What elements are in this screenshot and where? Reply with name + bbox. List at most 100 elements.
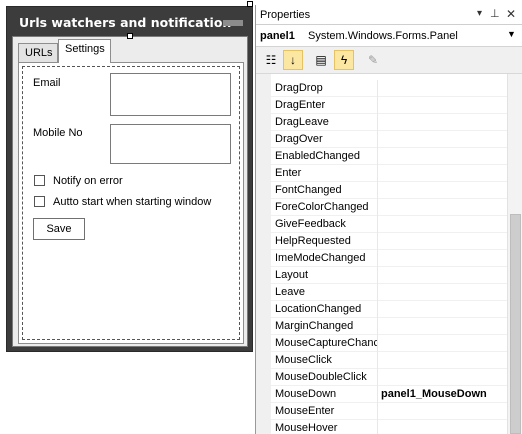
event-value[interactable] (377, 335, 507, 352)
event-name: HelpRequested (275, 235, 351, 247)
designer-form[interactable]: Urls watchers and notification URLs Sett… (6, 6, 253, 352)
event-name: MarginChanged (275, 320, 354, 332)
event-value[interactable] (377, 284, 507, 301)
grid-gutter (256, 74, 271, 434)
event-value[interactable] (377, 114, 507, 131)
event-name: Enter (275, 167, 302, 179)
event-name: FontChanged (275, 184, 342, 196)
property-row[interactable]: MouseEnter (271, 403, 507, 420)
event-name: DragDrop (275, 82, 323, 94)
property-row[interactable]: DragEnter (271, 97, 507, 114)
properties-title-bar: Properties ▾ ⊥ ✕ (256, 5, 522, 25)
save-button[interactable]: Save (33, 218, 85, 240)
scrollbar[interactable] (507, 74, 522, 434)
panel1[interactable]: Email Mobile No Notify on error Autto st… (22, 66, 240, 340)
property-row[interactable]: MouseClick (271, 352, 507, 369)
event-value[interactable] (377, 97, 507, 114)
event-value[interactable] (377, 250, 507, 267)
event-value[interactable] (377, 369, 507, 386)
mobile-field[interactable] (110, 124, 231, 164)
property-row[interactable]: ForeColorChanged (271, 199, 507, 216)
event-value[interactable] (377, 318, 507, 335)
categorized-icon[interactable]: ☷ (261, 50, 281, 70)
property-row[interactable]: DragLeave (271, 114, 507, 131)
event-name: Layout (275, 269, 309, 281)
properties-window: Properties ▾ ⊥ ✕ panel1 System.Windows.F… (255, 5, 522, 434)
event-value[interactable] (377, 182, 507, 199)
autostart-label: Autto start when starting window (53, 196, 212, 208)
dropdown-arrow-icon[interactable]: ▾ (477, 8, 482, 20)
pin-icon[interactable]: ⊥ (490, 8, 500, 20)
property-row[interactable]: LocationChanged (271, 301, 507, 318)
object-type: System.Windows.Forms.Panel (308, 30, 458, 42)
event-value[interactable] (377, 403, 507, 420)
close-icon[interactable]: ✕ (506, 8, 516, 20)
properties-title: Properties (260, 9, 311, 21)
event-name: DragEnter (275, 99, 326, 111)
event-name: MouseHover (275, 422, 338, 434)
object-selector[interactable]: panel1 System.Windows.Forms.Panel ▼ (256, 25, 522, 47)
event-name: MouseClick (275, 354, 332, 366)
tab-settings[interactable]: Settings (58, 39, 111, 63)
event-name: DragLeave (275, 116, 329, 128)
form-client-area: URLs Settings Email Mobile No Notify on … (12, 36, 248, 347)
tab-urls[interactable]: URLs (18, 43, 58, 63)
selection-handle[interactable] (127, 33, 133, 39)
event-value[interactable] (377, 199, 507, 216)
property-row[interactable]: MouseDoubleClick (271, 369, 507, 386)
event-name: MouseDown (275, 388, 337, 400)
event-value[interactable] (377, 301, 507, 318)
event-value[interactable] (377, 216, 507, 233)
mobile-label: Mobile No (33, 127, 83, 139)
property-row[interactable]: MouseCaptureChanc (271, 335, 507, 352)
tab-urls-label: URLs (25, 47, 53, 59)
event-name: MouseEnter (275, 405, 335, 417)
properties-grid: DragDrop DragEnter DragLeave DragOver Enable… (256, 74, 522, 434)
property-row[interactable]: Layout (271, 267, 507, 284)
property-row[interactable]: DragOver (271, 131, 507, 148)
event-value[interactable] (377, 80, 507, 97)
alphabetical-icon[interactable]: ↓ (283, 50, 303, 70)
event-name: MouseDoubleClick (275, 371, 367, 383)
event-name: EnabledChanged (275, 150, 361, 162)
property-row[interactable]: Leave (271, 284, 507, 301)
property-row[interactable]: FontChanged (271, 182, 507, 199)
property-row[interactable]: MouseDown panel1_MouseDown (271, 386, 507, 403)
event-value[interactable] (377, 131, 507, 148)
event-value[interactable] (377, 233, 507, 250)
event-name: GiveFeedback (275, 218, 346, 230)
email-field[interactable] (110, 73, 231, 116)
property-row[interactable]: MouseHover (271, 420, 507, 434)
property-row[interactable]: Enter (271, 165, 507, 182)
notify-label: Notify on error (53, 175, 123, 187)
event-value[interactable] (377, 420, 507, 434)
property-pages-icon[interactable]: ✎ (363, 50, 383, 70)
event-value[interactable] (377, 165, 507, 182)
notify-checkbox[interactable] (34, 175, 45, 186)
object-name: panel1 (260, 30, 295, 42)
property-row[interactable]: ImeModeChanged (271, 250, 507, 267)
property-row[interactable]: DragDrop (271, 80, 507, 97)
properties-icon[interactable]: ▤ (311, 50, 331, 70)
event-name: ForeColorChanged (275, 201, 369, 213)
property-row[interactable]: MarginChanged (271, 318, 507, 335)
smart-tag-icon[interactable] (247, 1, 253, 7)
chevron-down-icon[interactable]: ▼ (507, 29, 516, 39)
email-label: Email (33, 77, 61, 89)
tab-settings-label: Settings (65, 43, 105, 55)
events-icon[interactable]: ϟ (334, 50, 354, 70)
title-bar-button[interactable] (223, 20, 243, 26)
property-row[interactable]: GiveFeedback (271, 216, 507, 233)
event-value[interactable] (377, 352, 507, 369)
autostart-checkbox[interactable] (34, 196, 45, 207)
scrollbar-thumb[interactable] (510, 214, 521, 434)
event-value[interactable] (377, 148, 507, 165)
event-name: DragOver (275, 133, 323, 145)
properties-toolbar: ☷ ↓ ▤ ϟ ✎ (256, 47, 522, 74)
event-name: MouseCaptureChanc (275, 337, 377, 349)
property-row[interactable]: HelpRequested (271, 233, 507, 250)
event-value[interactable]: panel1_MouseDown (377, 386, 507, 403)
property-row[interactable]: EnabledChanged (271, 148, 507, 165)
event-value[interactable] (377, 267, 507, 284)
event-name: ImeModeChanged (275, 252, 366, 264)
